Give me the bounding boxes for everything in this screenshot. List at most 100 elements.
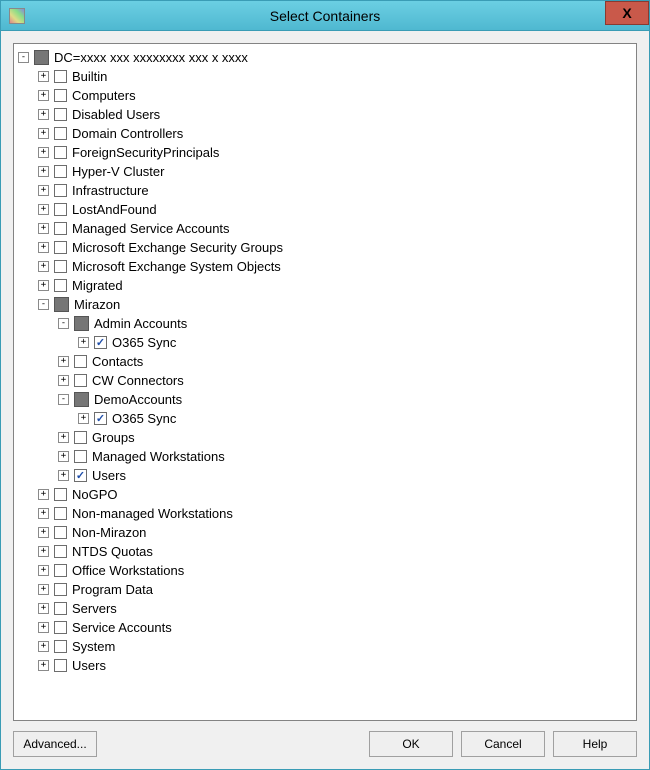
tree-node-label[interactable]: Infrastructure <box>72 183 149 198</box>
expand-icon[interactable]: + <box>38 90 49 101</box>
expand-icon[interactable]: + <box>38 185 49 196</box>
tree-node-label[interactable]: Microsoft Exchange System Objects <box>72 259 281 274</box>
tree-node-label[interactable]: Domain Controllers <box>72 126 183 141</box>
checkbox-unchecked[interactable] <box>54 640 67 653</box>
checkbox-unchecked[interactable] <box>54 89 67 102</box>
advanced-button[interactable]: Advanced... <box>13 731 97 757</box>
tree-node-label[interactable]: Service Accounts <box>72 620 172 635</box>
checkbox-unchecked[interactable] <box>54 165 67 178</box>
checkbox-partial[interactable] <box>54 297 69 312</box>
expand-icon[interactable]: + <box>38 71 49 82</box>
titlebar[interactable]: Select Containers X <box>1 1 649 31</box>
checkbox-checked[interactable] <box>74 469 87 482</box>
checkbox-unchecked[interactable] <box>54 507 67 520</box>
collapse-icon[interactable]: - <box>58 394 69 405</box>
container-tree[interactable]: - DC=xxxx xxx xxxxxxxx xxx x xxxx + Built… <box>14 44 636 720</box>
tree-node-label[interactable]: Computers <box>72 88 136 103</box>
close-button[interactable]: X <box>605 1 649 25</box>
checkbox-unchecked[interactable] <box>54 488 67 501</box>
expand-icon[interactable]: + <box>38 489 49 500</box>
tree-node-label[interactable]: Servers <box>72 601 117 616</box>
tree-node-label[interactable]: DemoAccounts <box>94 392 182 407</box>
expand-icon[interactable]: + <box>58 432 69 443</box>
collapse-icon[interactable]: - <box>38 299 49 310</box>
checkbox-unchecked[interactable] <box>54 583 67 596</box>
checkbox-unchecked[interactable] <box>54 146 67 159</box>
tree-node-label[interactable]: ForeignSecurityPrincipals <box>72 145 219 160</box>
tree-node-label[interactable]: Managed Workstations <box>92 449 225 464</box>
tree-node-label[interactable]: LostAndFound <box>72 202 157 217</box>
ok-button[interactable]: OK <box>369 731 453 757</box>
expand-icon[interactable]: + <box>38 584 49 595</box>
checkbox-unchecked[interactable] <box>54 621 67 634</box>
expand-icon[interactable]: + <box>38 622 49 633</box>
expand-icon[interactable]: + <box>58 375 69 386</box>
tree-node-label[interactable]: NTDS Quotas <box>72 544 153 559</box>
tree-node-label[interactable]: Non-managed Workstations <box>72 506 233 521</box>
expand-icon[interactable]: + <box>58 470 69 481</box>
help-button[interactable]: Help <box>553 731 637 757</box>
expand-icon[interactable]: + <box>38 166 49 177</box>
tree-node-label[interactable]: Managed Service Accounts <box>72 221 230 236</box>
tree-node-label[interactable]: Builtin <box>72 69 107 84</box>
checkbox-unchecked[interactable] <box>74 431 87 444</box>
checkbox-unchecked[interactable] <box>54 184 67 197</box>
expand-icon[interactable]: + <box>38 223 49 234</box>
expand-icon[interactable]: + <box>38 280 49 291</box>
checkbox-checked[interactable] <box>94 412 107 425</box>
checkbox-unchecked[interactable] <box>54 564 67 577</box>
tree-node-label[interactable]: Non-Mirazon <box>72 525 146 540</box>
expand-icon[interactable]: + <box>58 451 69 462</box>
expand-icon[interactable]: + <box>38 109 49 120</box>
expand-icon[interactable]: + <box>38 508 49 519</box>
tree-node-label[interactable]: O365 Sync <box>112 411 176 426</box>
checkbox-unchecked[interactable] <box>54 260 67 273</box>
checkbox-unchecked[interactable] <box>74 374 87 387</box>
checkbox-unchecked[interactable] <box>54 279 67 292</box>
tree-node-label[interactable]: Groups <box>92 430 135 445</box>
checkbox-partial[interactable] <box>74 392 89 407</box>
expand-icon[interactable]: + <box>38 565 49 576</box>
checkbox-unchecked[interactable] <box>54 127 67 140</box>
cancel-button[interactable]: Cancel <box>461 731 545 757</box>
checkbox-unchecked[interactable] <box>54 526 67 539</box>
tree-node-label[interactable]: Office Workstations <box>72 563 184 578</box>
checkbox-unchecked[interactable] <box>54 70 67 83</box>
checkbox-unchecked[interactable] <box>74 450 87 463</box>
checkbox-unchecked[interactable] <box>54 602 67 615</box>
checkbox-unchecked[interactable] <box>54 659 67 672</box>
checkbox-unchecked[interactable] <box>54 222 67 235</box>
tree-node-label[interactable]: O365 Sync <box>112 335 176 350</box>
tree-node-label[interactable]: Mirazon <box>74 297 120 312</box>
checkbox-unchecked[interactable] <box>54 108 67 121</box>
expand-icon[interactable]: + <box>38 660 49 671</box>
checkbox-unchecked[interactable] <box>54 545 67 558</box>
expand-icon[interactable]: + <box>38 204 49 215</box>
tree-node-label[interactable]: Admin Accounts <box>94 316 187 331</box>
tree-node-label[interactable]: Microsoft Exchange Security Groups <box>72 240 283 255</box>
expand-icon[interactable]: + <box>78 413 89 424</box>
tree-node-label[interactable]: Disabled Users <box>72 107 160 122</box>
checkbox-unchecked[interactable] <box>54 203 67 216</box>
checkbox-unchecked[interactable] <box>74 355 87 368</box>
tree-node-label[interactable]: Users <box>92 468 126 483</box>
expand-icon[interactable]: + <box>38 603 49 614</box>
expand-icon[interactable]: + <box>78 337 89 348</box>
tree-node-label[interactable]: Contacts <box>92 354 143 369</box>
tree-node-label[interactable]: Program Data <box>72 582 153 597</box>
expand-icon[interactable]: + <box>38 527 49 538</box>
expander-icon[interactable]: - <box>18 52 29 63</box>
checkbox-partial[interactable] <box>34 50 49 65</box>
tree-node-label[interactable]: Users <box>72 658 106 673</box>
expand-icon[interactable]: + <box>38 546 49 557</box>
checkbox-checked[interactable] <box>94 336 107 349</box>
tree-node-label[interactable]: NoGPO <box>72 487 118 502</box>
expand-icon[interactable]: + <box>38 641 49 652</box>
expand-icon[interactable]: + <box>38 242 49 253</box>
collapse-icon[interactable]: - <box>58 318 69 329</box>
tree-node-label[interactable]: System <box>72 639 115 654</box>
checkbox-partial[interactable] <box>74 316 89 331</box>
expand-icon[interactable]: + <box>58 356 69 367</box>
tree-node-label[interactable]: DC=xxxx xxx xxxxxxxx xxx x xxxx <box>54 50 248 65</box>
expand-icon[interactable]: + <box>38 147 49 158</box>
